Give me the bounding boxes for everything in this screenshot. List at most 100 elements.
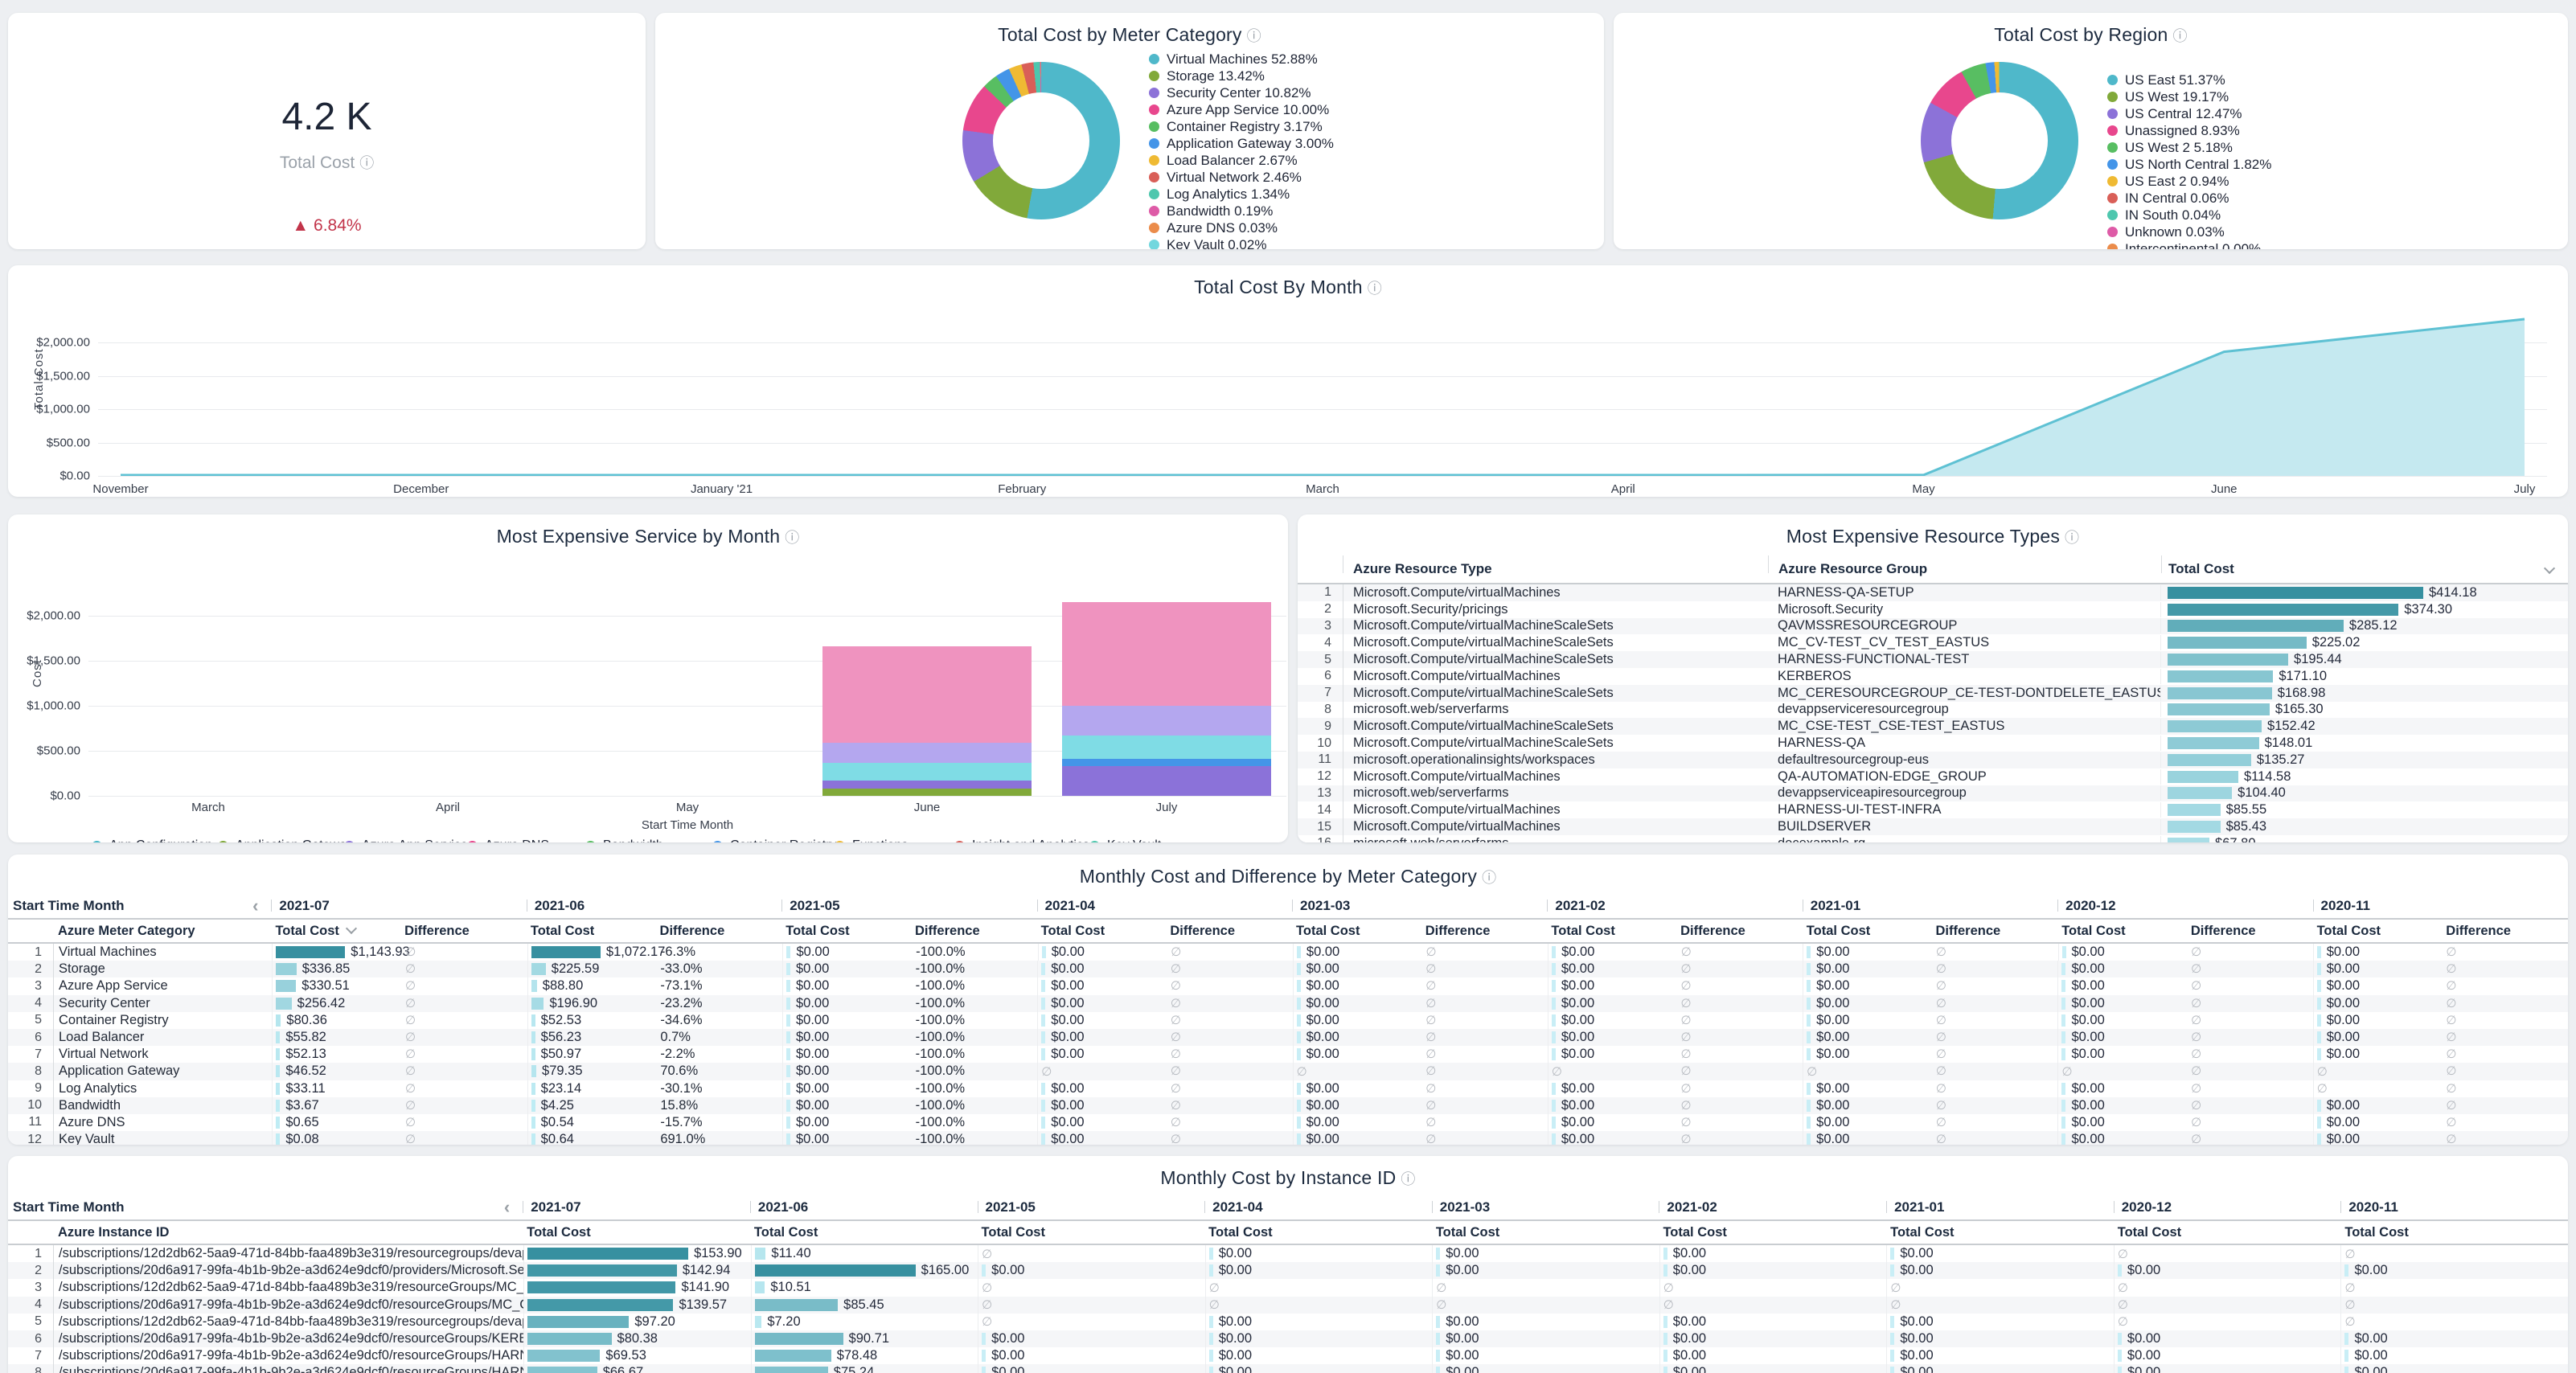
info-icon[interactable]: ⓘ	[1247, 28, 1261, 44]
legend-item[interactable]: IN Central 0.06%	[2107, 190, 2271, 207]
legend-item[interactable]: US Central 12.47%	[2107, 105, 2271, 122]
stacked-bar-chart[interactable]: $2,000.00$1,500.00$1,000.00$500.00$0.00	[88, 556, 1286, 797]
month-group-header[interactable]: 2021-06	[527, 898, 781, 914]
sub-header-difference[interactable]: Difference	[904, 924, 1037, 939]
legend-item[interactable]: Storage 13.42%	[1149, 68, 1334, 84]
table-row[interactable]: 7Virtual Network$52.13∅$50.97-2.2%$0.00-…	[8, 1046, 2568, 1063]
legend-item[interactable]: Unknown 0.03%	[2107, 223, 2271, 240]
legend-item[interactable]: Virtual Network 2.46%	[1149, 169, 1334, 186]
region-donut-chart[interactable]	[1921, 62, 2078, 219]
sub-header-total-cost[interactable]: Total Cost	[978, 1225, 1205, 1240]
sub-header-total-cost[interactable]: Total Cost	[2340, 1225, 2568, 1240]
legend-item[interactable]: Load Balancer 2.67%	[1149, 152, 1334, 169]
column-header-total-cost[interactable]: Total Cost	[2162, 561, 2568, 577]
legend-item[interactable]: Azure App Service	[344, 838, 467, 842]
legend-item[interactable]: Container Registry 3.17%	[1149, 118, 1334, 135]
table-row[interactable]: 15Microsoft.Compute/virtualMachinesBUILD…	[1298, 818, 2568, 835]
month-group-header[interactable]: 2020-11	[2313, 898, 2568, 914]
meter-category-donut-chart[interactable]	[962, 62, 1120, 219]
table-row[interactable]: 7Microsoft.Compute/virtualMachineScaleSe…	[1298, 685, 2568, 702]
legend-item[interactable]: Azure DNS 0.03%	[1149, 219, 1334, 236]
sub-header-difference[interactable]: Difference	[1159, 924, 1292, 939]
legend-item[interactable]: Key Vault 0.02%	[1149, 236, 1334, 249]
sub-header-total-cost[interactable]: Total Cost	[1803, 924, 1925, 939]
table-row[interactable]: 5/subscriptions/12d2db62-5aa9-471d-84bb-…	[8, 1314, 2568, 1330]
month-group-header[interactable]: 2021-04	[1204, 1199, 1432, 1215]
legend-item[interactable]: Insight and Analytics	[954, 838, 1089, 842]
table-row[interactable]: 6Microsoft.Compute/virtualMachinesKERBER…	[1298, 668, 2568, 685]
sub-header-total-cost[interactable]: Total Cost	[1204, 1225, 1432, 1240]
table-row[interactable]: 4/subscriptions/20d6a917-99fa-4b1b-9b2e-…	[8, 1297, 2568, 1314]
legend-item[interactable]: App Configuration	[92, 838, 218, 842]
legend-item[interactable]: Functions	[835, 838, 954, 842]
table-row[interactable]: 4Security Center$256.42∅$196.90-23.2%$0.…	[8, 995, 2568, 1012]
sub-header-total-cost[interactable]: Total Cost	[2313, 924, 2435, 939]
table-row[interactable]: 12Key Vault$0.08∅$0.64691.0%$0.00-100.0%…	[8, 1131, 2568, 1145]
sub-header-total-cost[interactable]: Total Cost	[2114, 1225, 2341, 1240]
sub-header-total-cost[interactable]: Total Cost	[1432, 1225, 1659, 1240]
sub-header-difference[interactable]: Difference	[649, 924, 782, 939]
legend-item[interactable]: Security Center 10.82%	[1149, 84, 1334, 101]
month-group-header[interactable]: 2021-05	[978, 1199, 1205, 1215]
table-row[interactable]: 11Azure DNS$0.65∅$0.54-15.7%$0.00-100.0%…	[8, 1114, 2568, 1131]
stacked-bar[interactable]	[822, 646, 1032, 796]
table-row[interactable]: 8Application Gateway$46.52∅$79.3570.6%$0…	[8, 1063, 2568, 1080]
info-icon[interactable]: ⓘ	[359, 155, 374, 171]
sub-header-total-cost[interactable]: Total Cost	[271, 924, 393, 939]
table-row[interactable]: 14Microsoft.Compute/virtualMachinesHARNE…	[1298, 801, 2568, 818]
table-row[interactable]: 2/subscriptions/20d6a917-99fa-4b1b-9b2e-…	[8, 1262, 2568, 1279]
table-row[interactable]: 2Storage$336.85∅$225.59-33.0%$0.00-100.0…	[8, 961, 2568, 977]
table-row[interactable]: 12Microsoft.Compute/virtualMachinesQA-AU…	[1298, 768, 2568, 785]
sub-header-difference[interactable]: Difference	[1925, 924, 2058, 939]
legend-item[interactable]: Bandwidth	[585, 838, 712, 842]
sub-header-total-cost[interactable]: Total Cost	[1547, 924, 1669, 939]
legend-item[interactable]: Application Gateway 3.00%	[1149, 135, 1334, 152]
month-group-header[interactable]: 2021-01	[1886, 1199, 2114, 1215]
sub-header-difference[interactable]: Difference	[393, 924, 527, 939]
month-group-header[interactable]: 2021-07	[271, 898, 526, 914]
month-group-header[interactable]: 2021-03	[1292, 898, 1547, 914]
month-group-header[interactable]: 2020-11	[2340, 1199, 2568, 1215]
chevron-left-icon[interactable]: ‹	[252, 897, 258, 915]
sub-header-total-cost[interactable]: Total Cost	[781, 924, 904, 939]
legend-item[interactable]: IN South 0.04%	[2107, 207, 2271, 223]
table-row[interactable]: 4Microsoft.Compute/virtualMachineScaleSe…	[1298, 634, 2568, 651]
legend-item[interactable]: Virtual Machines 52.88%	[1149, 51, 1334, 68]
table-row[interactable]: 8/subscriptions/20d6a917-99fa-4b1b-9b2e-…	[8, 1364, 2568, 1373]
month-group-header[interactable]: 2021-02	[1659, 1199, 1886, 1215]
table-row[interactable]: 9Microsoft.Compute/virtualMachineScaleSe…	[1298, 718, 2568, 735]
sub-header-difference[interactable]: Difference	[1414, 924, 1548, 939]
month-group-header[interactable]: 2020-12	[2057, 898, 2312, 914]
legend-item[interactable]: Azure App Service 10.00%	[1149, 101, 1334, 118]
month-group-header[interactable]: 2021-01	[1803, 898, 2057, 914]
sub-header-total-cost[interactable]: Total Cost	[1886, 1225, 2114, 1240]
month-group-header[interactable]: 2021-03	[1432, 1199, 1659, 1215]
sub-header-difference[interactable]: Difference	[2180, 924, 2313, 939]
column-header-resource-group[interactable]: Azure Resource Group	[1769, 561, 2161, 577]
table-row[interactable]: 5Microsoft.Compute/virtualMachineScaleSe…	[1298, 651, 2568, 668]
legend-item[interactable]: Intercontinental 0.00%	[2107, 240, 2271, 249]
month-group-header[interactable]: 2021-04	[1037, 898, 1292, 914]
table-row[interactable]: 11microsoft.operationalinsights/workspac…	[1298, 752, 2568, 768]
legend-item[interactable]: Azure DNS	[467, 838, 585, 842]
table-row[interactable]: 1/subscriptions/12d2db62-5aa9-471d-84bb-…	[8, 1245, 2568, 1262]
table-row[interactable]: 2Microsoft.Security/pricingsMicrosoft.Se…	[1298, 601, 2568, 618]
legend-item[interactable]: US East 51.37%	[2107, 72, 2271, 88]
table-row[interactable]: 5Container Registry$80.36∅$52.53-34.6%$0…	[8, 1012, 2568, 1029]
info-icon[interactable]: ⓘ	[1368, 281, 1382, 297]
legend-item[interactable]: Key Vault	[1089, 838, 1186, 842]
sub-header-total-cost[interactable]: Total Cost	[1292, 924, 1414, 939]
legend-item[interactable]: US East 2 0.94%	[2107, 173, 2271, 190]
table-row[interactable]: 1Microsoft.Compute/virtualMachinesHARNES…	[1298, 584, 2568, 601]
sub-header-difference[interactable]: Difference	[1669, 924, 1803, 939]
table-row[interactable]: 6Load Balancer$55.82∅$56.230.7%$0.00-100…	[8, 1029, 2568, 1046]
sub-header-total-cost[interactable]: Total Cost	[527, 924, 649, 939]
table-row[interactable]: 16microsoft.web/serverfarmsdocexample-rg…	[1298, 835, 2568, 842]
table-row[interactable]: 13microsoft.web/serverfarmsdevappservice…	[1298, 785, 2568, 802]
info-icon[interactable]: ⓘ	[2173, 28, 2188, 44]
area-chart[interactable]: $2,000.00$1,500.00$1,000.00$500.00$0.00	[98, 310, 2547, 476]
sub-header-total-cost[interactable]: Total Cost	[1037, 924, 1159, 939]
sub-header-difference[interactable]: Difference	[2434, 924, 2568, 939]
table-row[interactable]: 8microsoft.web/serverfarmsdevappservicer…	[1298, 702, 2568, 719]
sub-header-total-cost[interactable]: Total Cost	[2057, 924, 2180, 939]
